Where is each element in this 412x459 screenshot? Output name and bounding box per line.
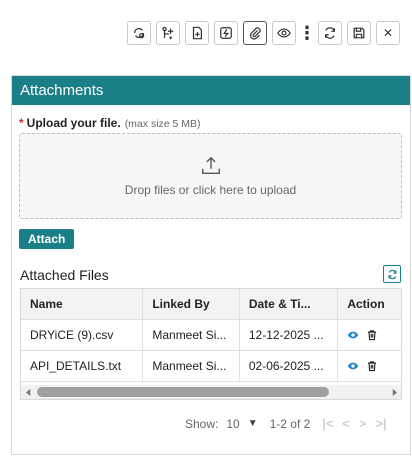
upload-label-text: Upload your file. xyxy=(26,116,121,130)
column-header-action[interactable]: Action xyxy=(338,289,401,319)
scroll-right-arrow[interactable] xyxy=(387,385,401,399)
column-header-linked-by[interactable]: Linked By xyxy=(143,289,240,319)
eye-icon[interactable] xyxy=(347,329,359,341)
table-header-row: Name Linked By Date & Ti... Action xyxy=(21,289,401,320)
attached-files-table: Name Linked By Date & Ti... Action DRYiC… xyxy=(20,288,402,400)
horizontal-scrollbar[interactable] xyxy=(21,385,401,399)
eye-icon[interactable] xyxy=(347,360,359,372)
table-row[interactable]: DRYiCE (9).csv Manmeet Si... 12-12-2025 … xyxy=(21,320,401,351)
attach-button[interactable]: Attach xyxy=(19,229,75,249)
caret-right-icon xyxy=(392,388,397,396)
add-flow-button[interactable] xyxy=(156,21,180,45)
settings-sync-button[interactable] xyxy=(127,21,151,45)
attachments-button[interactable] xyxy=(243,21,267,45)
close-icon: ✕ xyxy=(382,26,394,40)
previous-page-button[interactable]: < xyxy=(342,416,350,431)
upload-label: * Upload your file. (max size 5 MB) xyxy=(19,116,201,130)
page-size-value: 10 xyxy=(226,416,240,431)
refresh-button[interactable] xyxy=(318,21,342,45)
page-size-label: Show: xyxy=(185,416,219,431)
add-document-button[interactable] xyxy=(185,21,209,45)
date-cell: 12-12-2025 ... xyxy=(240,320,339,350)
caret-left-icon xyxy=(25,388,30,396)
chevron-down-icon: ▼ xyxy=(247,418,258,429)
first-page-button[interactable]: |< xyxy=(322,416,333,431)
refresh-files-button[interactable] xyxy=(383,265,401,283)
upload-size-hint: (max size 5 MB) xyxy=(124,118,201,130)
scroll-left-arrow[interactable] xyxy=(21,385,35,399)
next-page-button[interactable]: > xyxy=(359,416,367,431)
page-range: 1-2 of 2 xyxy=(269,416,311,431)
pagination: Show: 10 ▼ 1-2 of 2 |< < > >| xyxy=(185,416,395,431)
date-cell: 02-06-2025 ... xyxy=(240,351,339,381)
file-name-cell: API_DETAILS.txt xyxy=(21,351,144,381)
refresh-icon xyxy=(387,269,397,279)
linked-by-cell: Manmeet Si... xyxy=(143,320,240,350)
paperclip-icon xyxy=(249,27,261,40)
table-row[interactable]: API_DETAILS.txt Manmeet Si... 02-06-2025… xyxy=(21,351,401,382)
required-marker: * xyxy=(19,116,24,130)
dropzone-text: Drop files or click here to upload xyxy=(124,183,297,197)
save-icon xyxy=(353,27,365,39)
panel-title: Attachments xyxy=(12,76,410,105)
toolbar: ⋮ ✕ xyxy=(127,21,405,45)
action-cell xyxy=(338,351,401,381)
more-menu-button[interactable]: ⋮ xyxy=(298,21,316,45)
page-size-select[interactable]: 10 ▼ xyxy=(226,417,257,431)
action-cell xyxy=(338,320,401,350)
refresh-icon xyxy=(325,27,335,39)
save-button[interactable] xyxy=(347,21,371,45)
linked-by-cell: Manmeet Si... xyxy=(143,351,240,381)
close-button[interactable]: ✕ xyxy=(376,21,400,45)
activity-button[interactable] xyxy=(214,21,238,45)
attachments-panel: Attachments * Upload your file. (max size … xyxy=(11,75,411,455)
add-flow-icon xyxy=(162,26,174,40)
attached-files-title: Attached Files xyxy=(20,267,109,283)
column-header-name[interactable]: Name xyxy=(21,289,144,319)
column-header-date-time[interactable]: Date & Ti... xyxy=(240,289,339,319)
activity-icon xyxy=(220,27,232,39)
settings-sync-icon xyxy=(134,28,145,39)
scroll-thumb[interactable] xyxy=(37,387,330,397)
file-dropzone[interactable]: Drop files or click here to upload xyxy=(19,133,402,219)
trash-icon[interactable] xyxy=(366,360,378,372)
more-vertical-icon: ⋮ xyxy=(298,22,316,43)
eye-icon xyxy=(277,28,291,38)
scroll-track[interactable] xyxy=(35,387,387,397)
upload-icon xyxy=(201,156,220,175)
file-name-cell: DRYiCE (9).csv xyxy=(21,320,144,350)
add-document-icon xyxy=(192,26,202,40)
last-page-button[interactable]: >| xyxy=(375,416,386,431)
trash-icon[interactable] xyxy=(366,329,378,341)
view-button[interactable] xyxy=(272,21,296,45)
